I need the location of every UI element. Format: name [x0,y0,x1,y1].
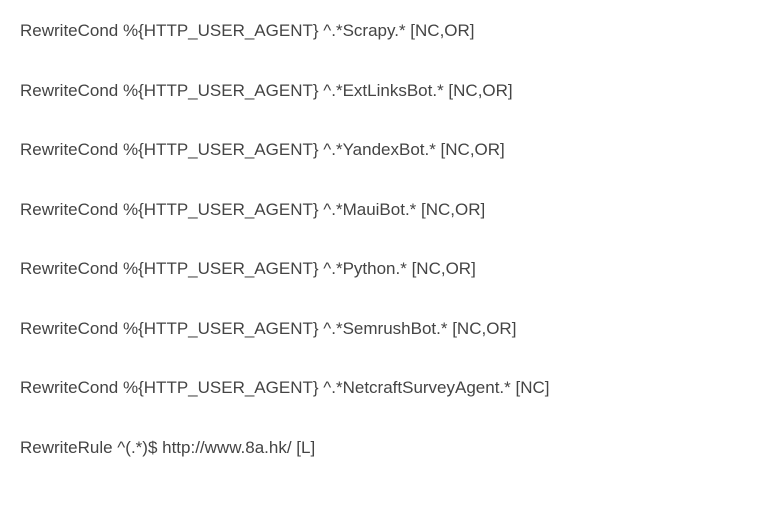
config-line: RewriteCond %{HTTP_USER_AGENT} ^.*Scrapy… [20,18,743,44]
config-line: RewriteCond %{HTTP_USER_AGENT} ^.*Netcra… [20,375,743,401]
config-line: RewriteCond %{HTTP_USER_AGENT} ^.*Semrus… [20,316,743,342]
config-line: RewriteCond %{HTTP_USER_AGENT} ^.*MauiBo… [20,197,743,223]
config-line: RewriteRule ^(.*)$ http://www.8a.hk/ [L] [20,435,743,461]
config-line: RewriteCond %{HTTP_USER_AGENT} ^.*ExtLin… [20,78,743,104]
config-line: RewriteCond %{HTTP_USER_AGENT} ^.*Yandex… [20,137,743,163]
config-line: RewriteCond %{HTTP_USER_AGENT} ^.*Python… [20,256,743,282]
